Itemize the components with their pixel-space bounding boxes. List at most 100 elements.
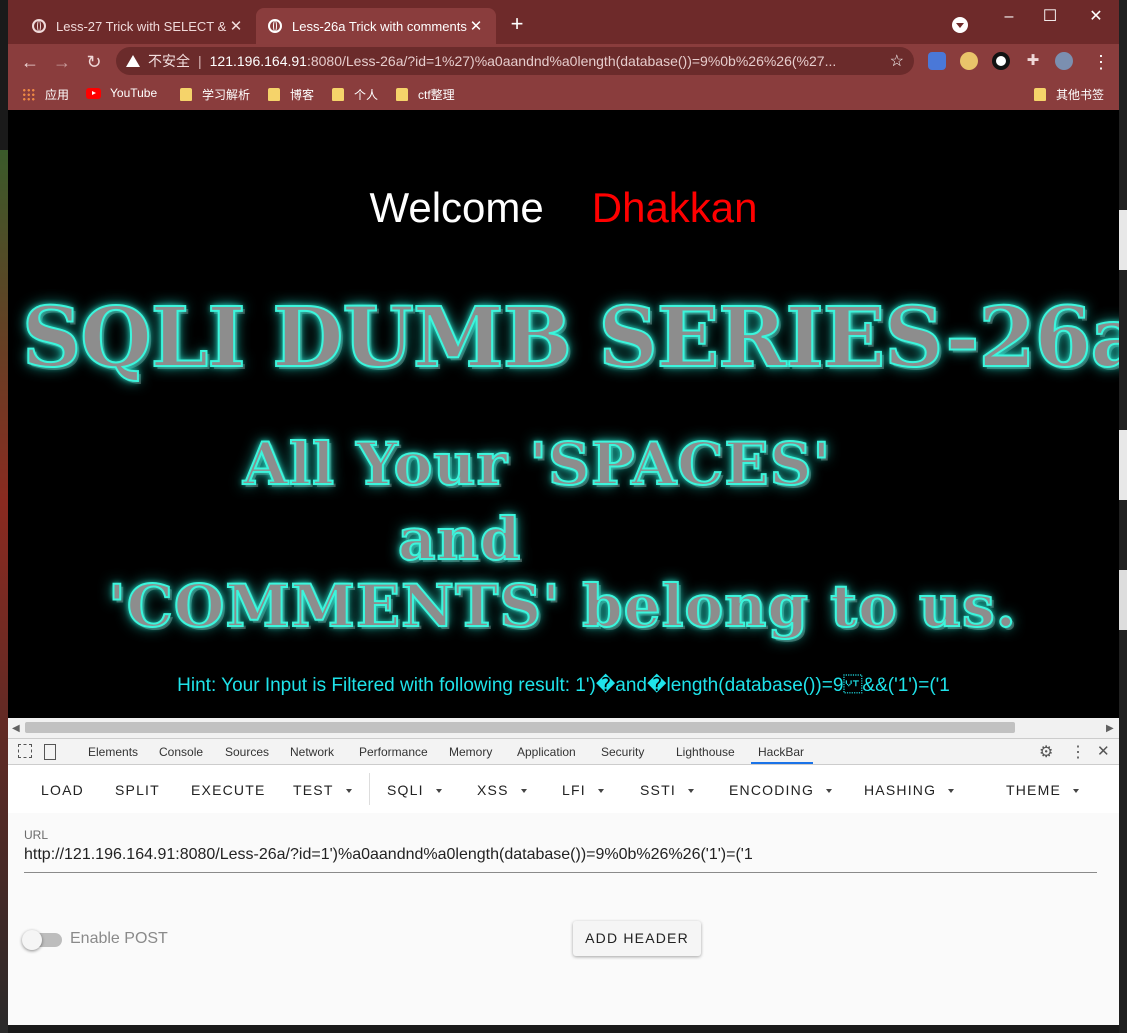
menu-label: ENCODING (729, 782, 815, 798)
minimize-button[interactable]: – (995, 6, 1023, 28)
devtools-more-icon[interactable]: ⋮ (1070, 742, 1086, 762)
folder-icon (396, 88, 408, 101)
apps-icon (22, 88, 35, 101)
security-label[interactable]: 不安全 (148, 51, 190, 71)
tab-title: Less-27 Trick with SELECT & UNION (56, 18, 228, 34)
warning-icon (126, 55, 140, 67)
theme-dropdown[interactable]: THEME (1006, 782, 1079, 798)
ssti-dropdown[interactable]: SSTI (640, 782, 694, 798)
chevron-down-icon (597, 789, 604, 794)
menu-label: XSS (477, 782, 509, 798)
back-button[interactable]: ← (17, 49, 43, 75)
desktop-background-right (1119, 0, 1127, 1033)
tab-memory[interactable]: Memory (449, 745, 492, 759)
folder-icon (268, 88, 280, 101)
youtube-icon (86, 87, 101, 99)
bookmark-label: 学习解析 (202, 88, 251, 102)
tab-application[interactable]: Application (517, 745, 576, 759)
lfi-dropdown[interactable]: LFI (562, 782, 604, 798)
bookmark-apps[interactable]: 应用 (22, 86, 69, 103)
tab-sources[interactable]: Sources (225, 745, 269, 759)
profile-avatar[interactable] (1055, 52, 1073, 70)
encoding-dropdown[interactable]: ENCODING (729, 782, 833, 798)
test-dropdown[interactable]: TEST (293, 782, 352, 798)
tab-elements[interactable]: Elements (88, 745, 138, 759)
tab-less-27[interactable]: Less-27 Trick with SELECT & UNION ✕ (20, 8, 256, 44)
extensions-puzzle-icon[interactable]: ✚ (1024, 52, 1042, 70)
hashing-dropdown[interactable]: HASHING (864, 782, 955, 798)
close-window-button[interactable]: ✕ (1082, 6, 1110, 28)
bookmark-other[interactable]: 其他书签 (1034, 86, 1104, 103)
execute-button[interactable]: EXECUTE (191, 782, 266, 798)
owl-extension-icon[interactable] (960, 52, 978, 70)
folder-icon (180, 88, 192, 101)
menu-label: TEST (293, 782, 334, 798)
bookmark-label: 其他书签 (1056, 88, 1105, 102)
user-name: Dhakkan (591, 184, 758, 231)
series-banner: SQLI DUMB SERIES-26a (21, 289, 1119, 387)
browser-window: Less-27 Trick with SELECT & UNION ✕ Less… (8, 0, 1119, 1025)
tagline-and: and (397, 504, 522, 574)
page-content: Welcome Dhakkan SQLI DUMB SERIES-26a All … (8, 110, 1119, 718)
tab-less-26a[interactable]: Less-26a Trick with comments ✕ (256, 8, 496, 44)
tab-network[interactable]: Network (290, 745, 334, 759)
close-tab-icon[interactable]: ✕ (228, 17, 244, 35)
maximize-button[interactable]: ☐ (1036, 6, 1064, 28)
tab-hackbar[interactable]: HackBar (758, 745, 804, 759)
scroll-left-icon[interactable]: ◀ (12, 723, 20, 734)
desktop-background-left (0, 150, 8, 1033)
menu-label: THEME (1006, 782, 1061, 798)
chevron-down-icon (826, 789, 833, 794)
chevron-down-icon (948, 789, 955, 794)
add-header-button[interactable]: ADD HEADER (573, 921, 701, 956)
tab-security[interactable]: Security (601, 745, 644, 759)
bookmark-folder-personal[interactable]: 个人 (332, 86, 378, 103)
forward-button[interactable]: → (49, 49, 75, 75)
menu-label: SSTI (640, 782, 676, 798)
horizontal-scrollbar[interactable]: ◀ ▶ (8, 718, 1119, 738)
chevron-down-icon (1073, 789, 1079, 794)
hackbar-menu: LOAD SPLIT EXECUTE TEST SQLI XSS LFI SST… (8, 765, 1119, 813)
close-devtools-icon[interactable]: ✕ (1097, 742, 1110, 760)
translate-extension-icon[interactable] (928, 52, 946, 70)
reload-button[interactable]: ↻ (81, 49, 107, 75)
browser-menu-icon[interactable]: ⋮ (1088, 49, 1114, 75)
tab-performance[interactable]: Performance (359, 745, 428, 759)
circle-extension-icon[interactable] (992, 52, 1010, 70)
sqli-dropdown[interactable]: SQLI (387, 782, 442, 798)
split-button[interactable]: SPLIT (115, 782, 160, 798)
new-tab-button[interactable]: + (506, 13, 528, 35)
enable-post-toggle[interactable] (22, 930, 62, 950)
menu-label: LFI (562, 782, 586, 798)
devtools-tabbar: Elements Console Sources Network Perform… (8, 738, 1119, 765)
menu-label: EXECUTE (191, 782, 266, 798)
inspect-element-icon[interactable] (18, 744, 32, 758)
settings-gear-icon[interactable]: ⚙ (1039, 742, 1053, 762)
hackbar-panel: URL http://121.196.164.91:8080/Less-26a/… (8, 813, 1119, 1025)
scrollbar-thumb[interactable] (25, 722, 1015, 733)
url-path: :8080/Less-26a/?id=1%27)%a0aandnd%a0leng… (306, 53, 837, 69)
tagline-comments: 'COMMENTS' belong to us. (107, 571, 1017, 641)
menu-label: LOAD (41, 782, 84, 798)
tab-lighthouse[interactable]: Lighthouse (676, 745, 735, 759)
tab-search-icon[interactable] (952, 17, 968, 33)
address-separator: | (198, 53, 202, 69)
tab-title: Less-26a Trick with comments (292, 18, 467, 34)
bookmark-star-icon[interactable]: ☆ (890, 51, 904, 71)
url-input[interactable]: http://121.196.164.91:8080/Less-26a/?id=… (24, 846, 1097, 873)
tagline-spaces: All Your 'SPACES' (242, 429, 832, 499)
welcome-text: Welcome (369, 184, 544, 231)
tab-console[interactable]: Console (159, 745, 203, 759)
bookmark-folder-ctf[interactable]: ctf整理 (396, 86, 455, 103)
scroll-right-icon[interactable]: ▶ (1106, 723, 1114, 734)
bookmark-folder-blog[interactable]: 博客 (268, 86, 314, 103)
menu-divider (369, 773, 370, 805)
bookmark-folder-study[interactable]: 学习解析 (180, 86, 250, 103)
address-bar[interactable]: 不安全 | 121.196.164.91 :8080/Less-26a/?id=… (116, 47, 914, 75)
device-toolbar-icon[interactable] (44, 744, 56, 760)
xss-dropdown[interactable]: XSS (477, 782, 527, 798)
bookmark-youtube[interactable]: YouTube (86, 86, 157, 100)
bookmark-label: 个人 (354, 88, 379, 102)
load-button[interactable]: LOAD (41, 782, 84, 798)
close-tab-icon[interactable]: ✕ (468, 17, 484, 35)
